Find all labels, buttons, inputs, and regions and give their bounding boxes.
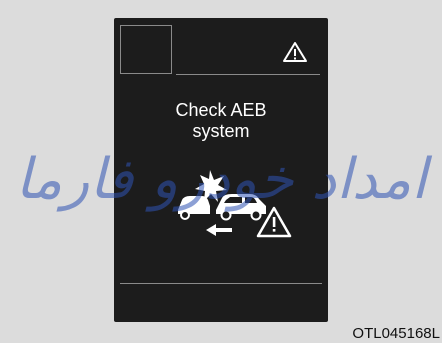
warning-triangle-icon: [283, 42, 307, 62]
top-left-indicator-box: [120, 25, 172, 74]
aeb-message: Check AEB system: [114, 100, 328, 142]
message-line-2: system: [192, 121, 250, 141]
top-divider: [176, 74, 320, 75]
aeb-collision-warning-icon: [178, 170, 292, 238]
figure-code: OTL045168L: [352, 325, 440, 342]
approach-arrow: [206, 224, 232, 236]
instrument-cluster-display: Check AEB system: [114, 18, 328, 322]
message-line-1: Check AEB: [175, 100, 267, 120]
bottom-divider: [120, 283, 322, 284]
